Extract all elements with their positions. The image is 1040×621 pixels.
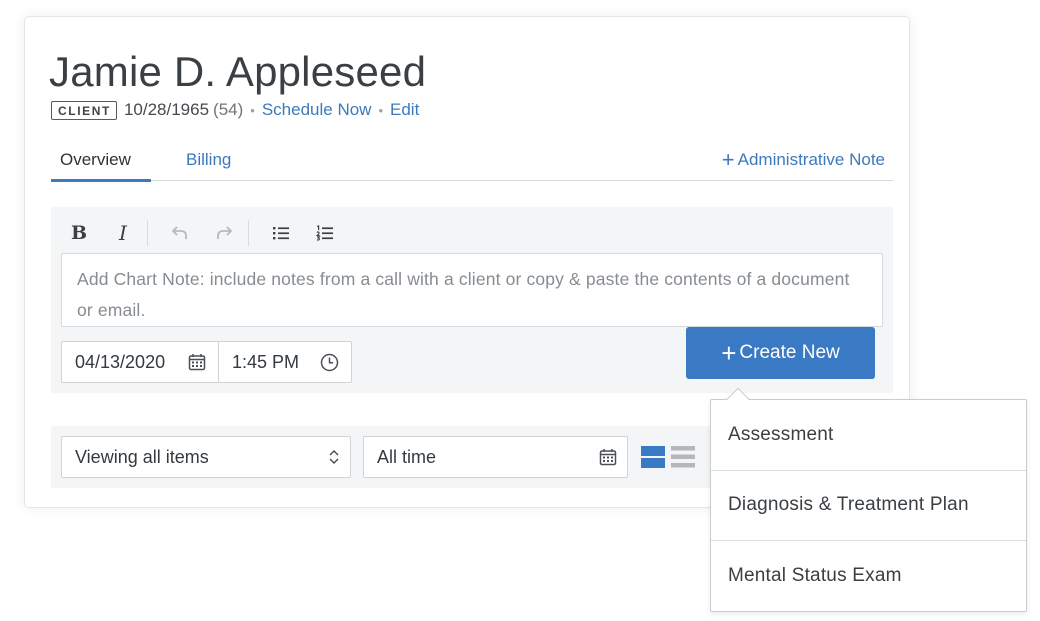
numbered-list-button[interactable]	[313, 221, 337, 245]
menu-item-mental-status-exam[interactable]: Mental Status Exam	[711, 541, 1026, 612]
numbered-list-icon	[316, 225, 333, 241]
create-new-label: Create New	[739, 342, 840, 363]
administrative-note-button[interactable]: + Administrative Note	[722, 149, 885, 171]
menu-item-assessment[interactable]: Assessment	[711, 400, 1026, 471]
separator-dot: •	[250, 102, 255, 118]
date-range-value: All time	[377, 446, 437, 467]
tab-billing[interactable]: Billing	[186, 149, 231, 171]
chevron-up-down-icon	[328, 448, 340, 466]
create-new-menu: Assessment Diagnosis & Treatment Plan Me…	[710, 399, 1027, 612]
menu-item-diagnosis-treatment-plan[interactable]: Diagnosis & Treatment Plan	[711, 471, 1026, 541]
client-meta-row: CLIENT 10/28/1965 (54) • Schedule Now • …	[51, 99, 419, 121]
italic-icon: I	[119, 221, 127, 245]
bold-icon: B	[70, 222, 88, 244]
italic-button[interactable]: I	[111, 221, 135, 245]
expanded-view-icon	[641, 446, 665, 468]
client-age: (54)	[213, 100, 244, 119]
toolbar-divider	[248, 220, 249, 246]
note-time-value: 1:45 PM	[232, 351, 300, 372]
note-date-value: 04/13/2020	[75, 351, 166, 372]
client-name: Jamie D. Appleseed	[49, 48, 427, 95]
client-dob: 10/28/1965	[123, 100, 210, 119]
administrative-note-label: Administrative Note	[737, 150, 885, 169]
tab-bar: Overview Billing + Administrative Note	[51, 145, 893, 182]
redo-icon	[217, 226, 232, 239]
bullet-list-button[interactable]	[269, 221, 293, 245]
items-filter-select[interactable]: Viewing all items	[61, 436, 351, 478]
list-view-icon	[671, 446, 695, 468]
active-tab-indicator	[51, 179, 151, 182]
undo-icon	[172, 226, 187, 239]
undo-button[interactable]	[168, 221, 192, 245]
calendar-icon	[599, 448, 617, 466]
redo-button[interactable]	[212, 221, 236, 245]
chart-note-input[interactable]: Add Chart Note: include notes from a cal…	[61, 253, 883, 327]
expanded-view-button[interactable]	[641, 445, 665, 469]
bullet-list-icon	[273, 227, 289, 240]
date-range-filter[interactable]: All time	[363, 436, 628, 478]
client-badge: CLIENT	[51, 100, 117, 120]
plus-icon: +	[721, 338, 737, 368]
calendar-icon	[188, 353, 206, 371]
items-filter-value: Viewing all items	[75, 446, 209, 467]
edit-link[interactable]: Edit	[390, 100, 419, 120]
list-view-button[interactable]	[671, 445, 695, 469]
editor-toolbar: B I	[67, 220, 357, 246]
note-datetime: 04/13/2020 1:45 PM	[61, 341, 352, 383]
view-mode-toggle	[641, 445, 701, 469]
note-time-field[interactable]: 1:45 PM	[219, 341, 352, 383]
plus-icon: +	[721, 147, 735, 172]
note-date-field[interactable]: 04/13/2020	[61, 341, 219, 383]
separator-dot: •	[378, 102, 384, 118]
bold-button[interactable]: B	[67, 221, 91, 245]
toolbar-divider	[147, 220, 148, 246]
schedule-now-link[interactable]: Schedule Now	[262, 100, 372, 120]
create-new-button[interactable]: + Create New	[686, 327, 875, 379]
tab-overview[interactable]: Overview	[60, 149, 131, 171]
clock-icon	[320, 353, 339, 372]
